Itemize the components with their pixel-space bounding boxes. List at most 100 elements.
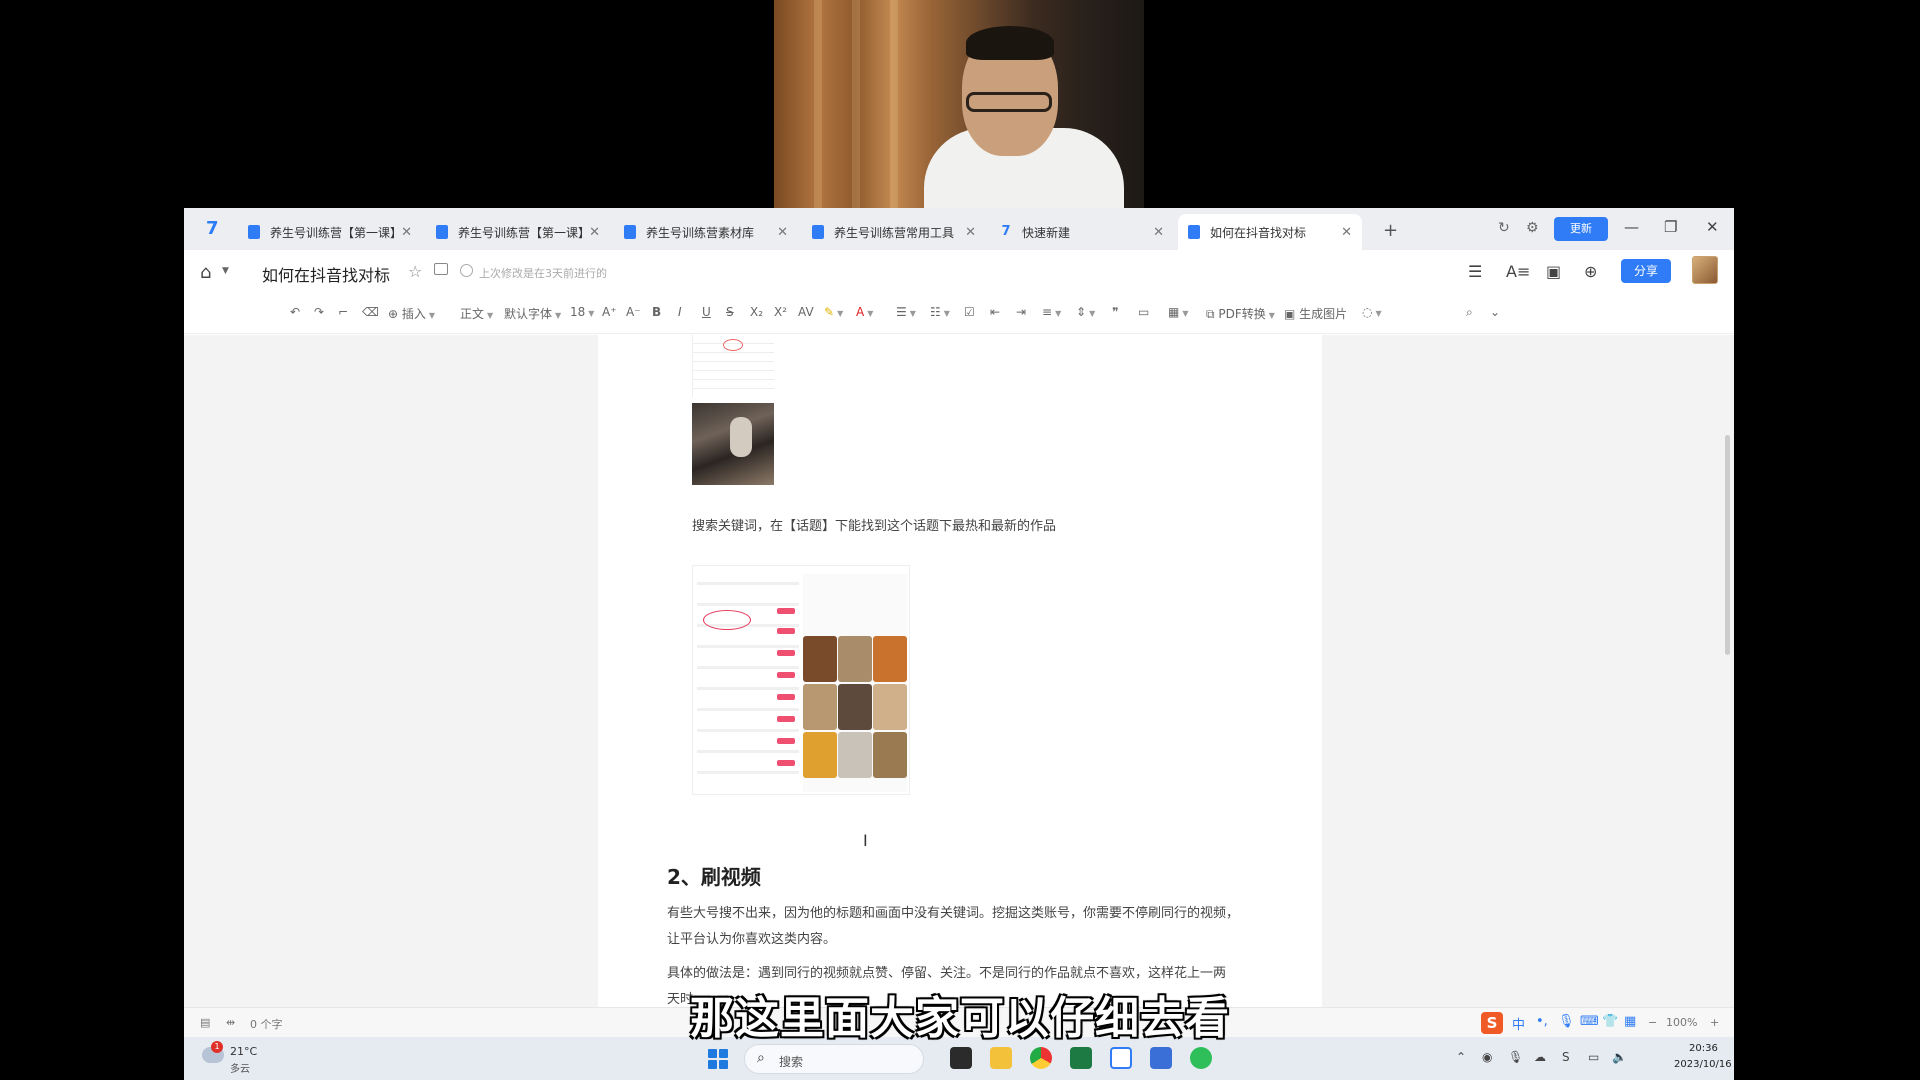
close-icon[interactable]: ✕	[589, 225, 600, 240]
close-icon[interactable]: ✕	[401, 225, 412, 240]
embedded-image-search-results[interactable]	[692, 565, 910, 795]
text-format-icon[interactable]: A≡	[1506, 262, 1530, 281]
document-page[interactable]: 搜索关键词，在【话题】下能找到这个话题下最热和最新的作品 I 2、刷视频 有些大…	[598, 335, 1322, 1007]
highlight-icon[interactable]: ✎ ▼	[824, 305, 843, 319]
indent-icon[interactable]: ⇥	[1016, 305, 1026, 319]
tab-doc-4[interactable]: 养生号训练营常用工具 ✕	[802, 214, 986, 250]
avatar[interactable]	[1692, 256, 1718, 284]
line-spacing-icon[interactable]: ⇕ ▼	[1076, 305, 1095, 319]
more-icon[interactable]: ◌ ▼	[1362, 305, 1382, 319]
weather-condition[interactable]: 多云	[230, 1060, 250, 1075]
list-item	[777, 694, 795, 700]
app-icon[interactable]	[1150, 1047, 1172, 1069]
spacing-icon[interactable]: AV	[798, 305, 814, 319]
microphone-icon[interactable]: 🎙	[1508, 1050, 1523, 1064]
weather-temperature[interactable]: 21°C	[230, 1045, 257, 1058]
italic-icon[interactable]: I	[678, 305, 682, 319]
bold-icon[interactable]: B	[652, 305, 661, 319]
chevron-down-icon[interactable]: ▼	[222, 266, 229, 276]
display-icon[interactable]: ▭	[1588, 1050, 1599, 1064]
tray-app-icon[interactable]: ◉	[1482, 1050, 1492, 1064]
increase-font-icon[interactable]: A⁺	[602, 305, 617, 319]
collapse-toolbar-icon[interactable]: ⌄	[1490, 305, 1500, 319]
tab-active-doc[interactable]: 如何在抖音找对标 ✕	[1178, 214, 1362, 250]
share-button[interactable]: 分享	[1621, 259, 1671, 283]
superscript-icon[interactable]: X²	[774, 305, 787, 319]
sync-icon[interactable]: ↻	[1498, 220, 1510, 236]
close-icon[interactable]: ✕	[965, 225, 976, 240]
close-icon[interactable]: ✕	[1153, 225, 1164, 240]
pdf-convert-menu[interactable]: ⧉ PDF转换 ▼	[1206, 305, 1275, 322]
section-heading[interactable]: 2、刷视频	[667, 861, 761, 890]
move-to-folder-icon[interactable]	[434, 263, 448, 275]
paragraph-line[interactable]: 让平台认为你喜欢这类内容。	[667, 927, 1267, 953]
list-item	[777, 672, 795, 678]
tray-cloud-icon[interactable]: ☁	[1534, 1050, 1546, 1064]
font-color-icon[interactable]: A ▼	[856, 305, 873, 319]
strikethrough-icon[interactable]: S	[726, 305, 734, 319]
wechat-icon[interactable]	[1190, 1047, 1212, 1069]
insert-menu[interactable]: ⊕ 插入 ▼	[388, 305, 435, 322]
vertical-scrollbar[interactable]	[1725, 435, 1730, 655]
docs-app-icon[interactable]	[1110, 1047, 1132, 1069]
tab-doc-2[interactable]: 养生号训练营【第一课】... ✕	[426, 214, 610, 250]
clear-format-icon[interactable]: ⌫	[362, 305, 379, 319]
update-button[interactable]: 更新	[1554, 217, 1608, 241]
tab-quick-new[interactable]: 7 快速新建 ✕	[990, 214, 1174, 250]
numbered-list-icon[interactable]: ☷ ▼	[930, 305, 950, 319]
volume-icon[interactable]: 🔈	[1612, 1050, 1627, 1064]
format-painter-icon[interactable]: ⌐	[338, 305, 348, 319]
app-logo-icon[interactable]: 7	[206, 219, 228, 239]
text-cursor-icon: I	[863, 831, 868, 850]
align-icon[interactable]: ≡ ▼	[1042, 305, 1061, 319]
tab-doc-3[interactable]: 养生号训练营素材库 ✕	[614, 214, 798, 250]
task-view-icon[interactable]	[950, 1047, 972, 1069]
doc-icon	[624, 225, 636, 239]
outdent-icon[interactable]: ⇤	[990, 305, 1000, 319]
chevron-up-icon[interactable]: ⌃	[1456, 1050, 1466, 1064]
webcam-overlay	[774, 0, 1144, 208]
video-thumb	[873, 732, 907, 778]
sogou-tray-icon[interactable]: S	[1562, 1050, 1570, 1064]
start-icon[interactable]	[708, 1049, 728, 1069]
chrome-icon[interactable]	[1030, 1047, 1052, 1069]
paragraph-line[interactable]: 有些大号搜不出来，因为他的标题和画面中没有关键词。挖掘这类账号，你需要不停刷同行…	[667, 901, 1267, 927]
add-collaborator-icon[interactable]: ⊕	[1584, 262, 1597, 281]
decrease-font-icon[interactable]: A⁻	[626, 305, 641, 319]
generate-image-button[interactable]: ▣ 生成图片	[1284, 305, 1347, 322]
settings-icon[interactable]: ⚙	[1526, 220, 1539, 236]
quote-icon[interactable]: ❞	[1112, 305, 1118, 319]
close-icon[interactable]: ✕	[1341, 225, 1352, 240]
menu-icon[interactable]: ☰	[1468, 262, 1482, 281]
new-tab-icon[interactable]: +	[1383, 220, 1398, 241]
present-icon[interactable]: ▣	[1546, 262, 1561, 281]
table-icon[interactable]: ▦ ▼	[1168, 305, 1189, 319]
tab-doc-1[interactable]: 养生号训练营【第一课】... ✕	[238, 214, 422, 250]
star-icon[interactable]: ☆	[408, 262, 422, 281]
tab-label: 养生号训练营常用工具	[834, 225, 955, 240]
home-icon[interactable]: ⌂	[200, 262, 211, 283]
file-explorer-icon[interactable]	[990, 1047, 1012, 1069]
taskbar-search[interactable]: ⌕ 搜索	[744, 1044, 924, 1074]
font-size-select[interactable]: 18 ▼	[570, 305, 594, 319]
minimize-icon[interactable]: —	[1624, 218, 1639, 236]
comment-icon[interactable]: ▭	[1138, 305, 1149, 319]
close-icon[interactable]: ✕	[777, 225, 788, 240]
font-family-select[interactable]: 默认字体 ▼	[504, 305, 561, 322]
subscript-icon[interactable]: X₂	[750, 305, 763, 319]
document-title[interactable]: 如何在抖音找对标	[262, 262, 390, 286]
excel-icon[interactable]	[1070, 1047, 1092, 1069]
underline-icon[interactable]: U	[702, 305, 711, 319]
paragraph-caption[interactable]: 搜索关键词，在【话题】下能找到这个话题下最热和最新的作品	[692, 515, 1056, 534]
clock-date[interactable]: 2023/10/16	[1674, 1059, 1732, 1070]
search-icon[interactable]: ⌕	[1466, 305, 1473, 320]
embedded-image-photo[interactable]	[692, 403, 774, 485]
close-window-icon[interactable]: ✕	[1706, 218, 1719, 236]
checkbox-list-icon[interactable]: ☑	[964, 305, 975, 319]
undo-icon[interactable]: ↶	[290, 305, 300, 319]
redo-icon[interactable]: ↷	[314, 305, 324, 319]
restore-icon[interactable]: ❐	[1664, 218, 1677, 236]
bullet-list-icon[interactable]: ☰ ▼	[896, 305, 916, 319]
paragraph-style-select[interactable]: 正文 ▼	[460, 305, 493, 322]
embedded-image-screenshot[interactable]	[692, 335, 774, 397]
